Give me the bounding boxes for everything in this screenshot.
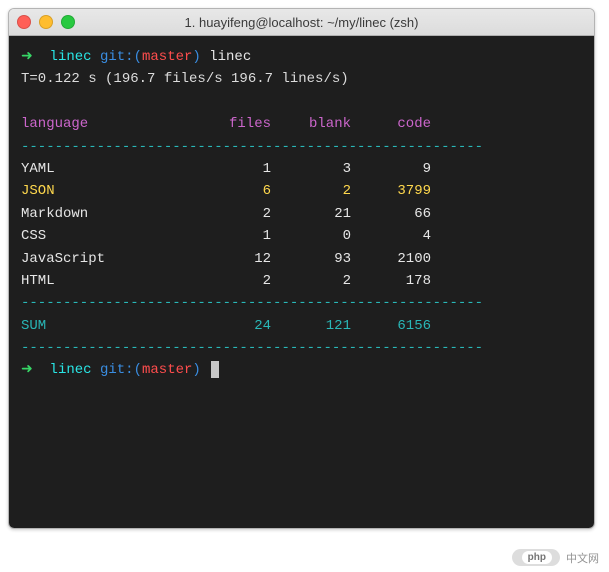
col-code: code bbox=[351, 113, 431, 135]
cell-files: 6 bbox=[191, 180, 271, 202]
sum-files: 24 bbox=[191, 315, 271, 337]
git-close: ) bbox=[192, 49, 200, 65]
cell-blank: 93 bbox=[271, 248, 351, 270]
watermark: php 中文网 bbox=[512, 549, 599, 566]
cell-language: JSON bbox=[21, 180, 191, 202]
prompt-arrow-icon: ➜ bbox=[21, 362, 33, 378]
cell-language: CSS bbox=[21, 225, 191, 247]
cell-code: 2100 bbox=[351, 248, 431, 270]
cell-files: 2 bbox=[191, 270, 271, 292]
col-files: files bbox=[191, 113, 271, 135]
cell-code: 9 bbox=[351, 158, 431, 180]
terminal-body[interactable]: ➜ linec git:(master) linec T=0.122 s (19… bbox=[9, 36, 594, 528]
git-branch: master bbox=[142, 362, 192, 378]
cell-files: 12 bbox=[191, 248, 271, 270]
cell-blank: 3 bbox=[271, 158, 351, 180]
zoom-icon[interactable] bbox=[61, 15, 75, 29]
prompt-line-2: ➜ linec git:(master) bbox=[21, 359, 582, 381]
table-row: CSS104 bbox=[21, 225, 582, 247]
watermark-php: php bbox=[522, 551, 552, 564]
cell-blank: 2 bbox=[271, 270, 351, 292]
cell-blank: 2 bbox=[271, 180, 351, 202]
cell-files: 1 bbox=[191, 225, 271, 247]
close-icon[interactable] bbox=[17, 15, 31, 29]
divider-line: ----------------------------------------… bbox=[21, 337, 582, 359]
cell-language: YAML bbox=[21, 158, 191, 180]
sum-code: 6156 bbox=[351, 315, 431, 337]
git-close: ) bbox=[192, 362, 200, 378]
divider-line: ----------------------------------------… bbox=[21, 292, 582, 314]
cursor-icon bbox=[211, 361, 219, 378]
titlebar: 1. huayifeng@localhost: ~/my/linec (zsh) bbox=[9, 9, 594, 36]
cell-code: 4 bbox=[351, 225, 431, 247]
cell-files: 1 bbox=[191, 158, 271, 180]
git-label: git:( bbox=[100, 49, 142, 65]
cell-language: HTML bbox=[21, 270, 191, 292]
table-row: Markdown22166 bbox=[21, 203, 582, 225]
table-row: JSON623799 bbox=[21, 180, 582, 202]
col-blank: blank bbox=[271, 113, 351, 135]
table-row: JavaScript12932100 bbox=[21, 248, 582, 270]
git-label: git:( bbox=[100, 362, 142, 378]
table-row: YAML139 bbox=[21, 158, 582, 180]
col-language: language bbox=[21, 113, 191, 135]
cell-code: 3799 bbox=[351, 180, 431, 202]
minimize-icon[interactable] bbox=[39, 15, 53, 29]
prompt-folder: linec bbox=[50, 49, 92, 65]
cell-language: JavaScript bbox=[21, 248, 191, 270]
watermark-text: 中文网 bbox=[566, 550, 599, 566]
table-row: HTML22178 bbox=[21, 270, 582, 292]
git-branch: master bbox=[142, 49, 192, 65]
watermark-pill: php bbox=[512, 549, 560, 566]
timing-line: T=0.122 s (196.7 files/s 196.7 lines/s) bbox=[21, 68, 582, 90]
terminal-window: 1. huayifeng@localhost: ~/my/linec (zsh)… bbox=[8, 8, 595, 529]
table-rows: YAML139JSON623799Markdown22166CSS104Java… bbox=[21, 158, 582, 292]
cell-code: 66 bbox=[351, 203, 431, 225]
prompt-arrow-icon: ➜ bbox=[21, 49, 33, 65]
divider-line: ----------------------------------------… bbox=[21, 136, 582, 158]
window-title: 1. huayifeng@localhost: ~/my/linec (zsh) bbox=[17, 15, 586, 30]
sum-blank: 121 bbox=[271, 315, 351, 337]
sum-row: SUM 24 121 6156 bbox=[21, 315, 582, 337]
prompt-folder: linec bbox=[50, 362, 92, 378]
cell-blank: 0 bbox=[271, 225, 351, 247]
sum-label: SUM bbox=[21, 315, 191, 337]
cell-blank: 21 bbox=[271, 203, 351, 225]
cell-code: 178 bbox=[351, 270, 431, 292]
traffic-lights bbox=[17, 15, 75, 29]
command-text: linec bbox=[209, 49, 251, 65]
cell-language: Markdown bbox=[21, 203, 191, 225]
table-header: language files blank code bbox=[21, 113, 582, 135]
cell-files: 2 bbox=[191, 203, 271, 225]
prompt-line-1: ➜ linec git:(master) linec bbox=[21, 46, 582, 68]
